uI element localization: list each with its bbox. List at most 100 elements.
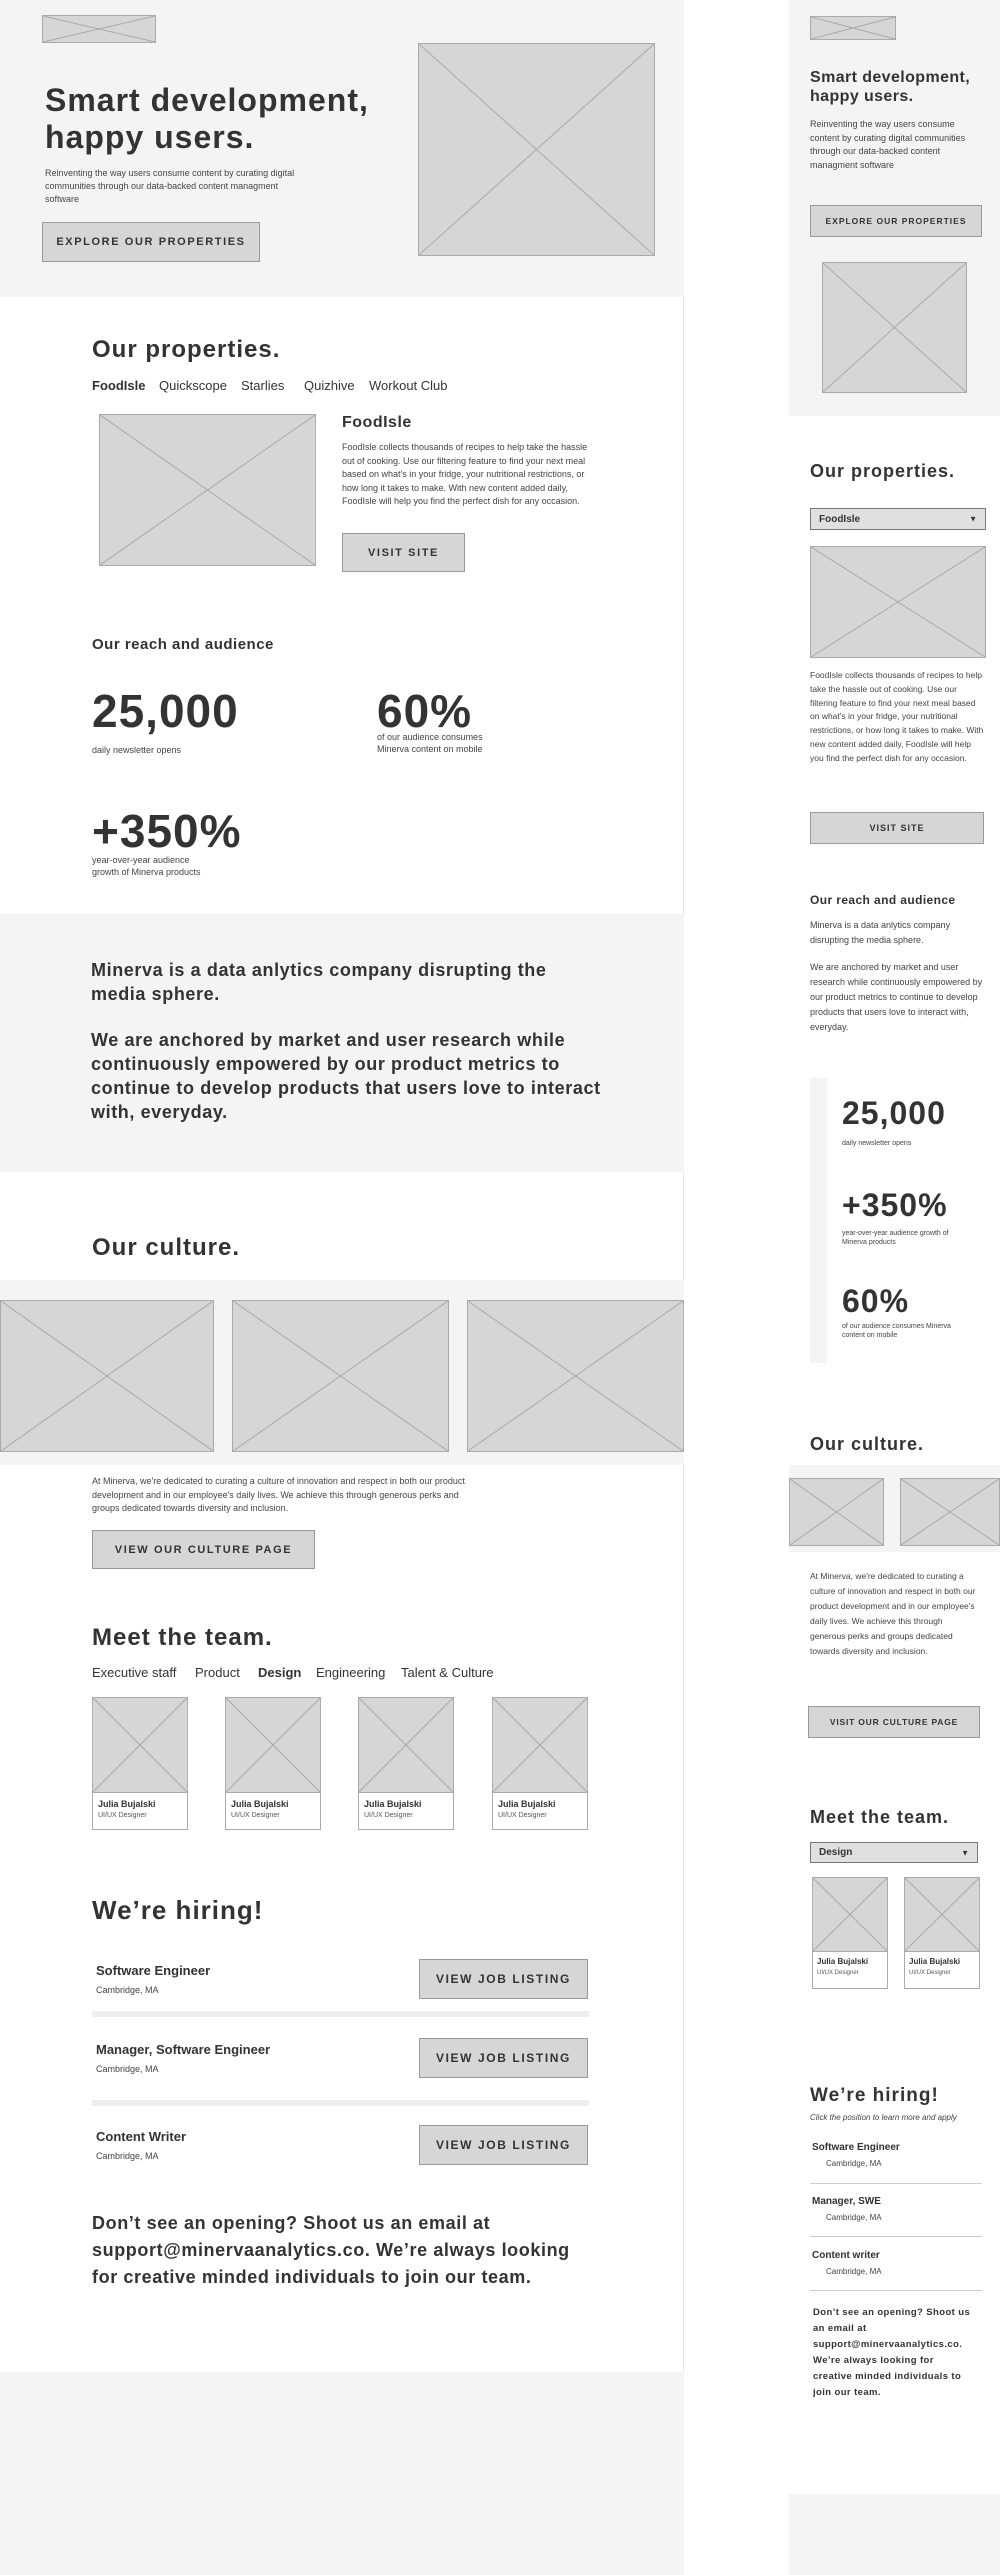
mobile-team-member-card[interactable]: Julia Bujalski UI/UX Designer	[904, 1877, 980, 1989]
mobile-hiring-title: We’re hiring!	[810, 2085, 939, 2106]
mobile-properties-select[interactable]: FoodIsle ▼	[810, 508, 986, 530]
team-member-role: UI/UX Designer	[231, 1812, 280, 1819]
mobile-team-member-role: UI/UX Designer	[909, 1970, 951, 1976]
placeholder-cross-icon	[813, 1878, 887, 1951]
mobile-hero-title-line2: happy users.	[810, 88, 914, 105]
mobile-hero-title-line1: Smart development,	[810, 69, 971, 86]
caret-down-icon: ▼	[961, 1848, 969, 1857]
mobile-job-title: Manager, SWE	[812, 2196, 881, 2207]
mobile-team-member-role: UI/UX Designer	[817, 1970, 859, 1976]
mobile-team-title: Meet the team.	[810, 1807, 950, 1827]
mobile-team-select-value: Design	[819, 1847, 853, 1858]
view-job-listing-button[interactable]: VIEW JOB LISTING	[419, 2038, 588, 2078]
job-listing-row[interactable]: Software Engineer Cambridge, MA VIEW JOB…	[92, 1955, 589, 2005]
mobile-stat-mobile-value: 60%	[842, 1283, 910, 1319]
stat-mobile-label: of our audience consumes Minerva content…	[377, 732, 483, 754]
mobile-footer	[789, 2494, 1000, 2575]
mobile-stats-panel	[810, 1078, 827, 1363]
stat-mobile-value: 60%	[377, 685, 473, 737]
property-detail-text: FoodIsle collects thousands of recipes t…	[342, 442, 588, 506]
job-location: Cambridge, MA	[96, 2151, 159, 2161]
mobile-hero-description: Reinventing the way users consume conten…	[810, 119, 966, 170]
team-member-role: UI/UX Designer	[98, 1812, 147, 1819]
hiring-title: We’re hiring!	[92, 1895, 264, 1925]
mobile-job-location: Cambridge, MA	[826, 2213, 882, 2222]
team-member-name: Julia Bujalski	[364, 1799, 422, 1809]
culture-text: At Minerva, we're dedicated to curating …	[92, 1476, 465, 1513]
hero-description: Reinventing the way users consume conten…	[45, 168, 295, 204]
mobile-team-select[interactable]: Design ▼	[810, 1842, 978, 1863]
mobile-culture-image-1	[789, 1478, 884, 1546]
placeholder-cross-icon	[359, 1698, 453, 1792]
culture-title: Our culture.	[92, 1234, 241, 1261]
tab-foodisle[interactable]: FoodIsle	[92, 378, 145, 393]
explore-properties-button[interactable]: EXPLORE OUR PROPERTIES	[42, 222, 260, 262]
job-listing-row[interactable]: Content Writer Cambridge, MA VIEW JOB LI…	[92, 2121, 589, 2171]
team-member-name: Julia Bujalski	[498, 1799, 556, 1809]
team-member-name: Julia Bujalski	[98, 1799, 156, 1809]
mobile-logo-placeholder[interactable]	[810, 16, 896, 40]
tab-starlies[interactable]: Starlies	[241, 378, 284, 393]
placeholder-cross-icon	[790, 1479, 883, 1545]
mobile-team-member-name: Julia Bujalski	[909, 1957, 961, 1966]
mobile-job-divider	[810, 2290, 982, 2291]
view-job-listing-button[interactable]: VIEW JOB LISTING	[419, 1959, 588, 1999]
job-location: Cambridge, MA	[96, 2064, 159, 2074]
mobile-stat-growth-value: +350%	[842, 1187, 948, 1223]
team-member-card[interactable]: Julia Bujalski UI/UX Designer	[92, 1697, 188, 1830]
team-member-name: Julia Bujalski	[231, 1799, 289, 1809]
mobile-visit-culture-page-button[interactable]: VISIT OUR CULTURE PAGE	[808, 1706, 980, 1738]
mobile-job-location: Cambridge, MA	[826, 2159, 882, 2168]
placeholder-cross-icon	[93, 1698, 187, 1792]
reach-title: Our reach and audience	[92, 636, 274, 653]
mobile-hero-title: Smart development, happy users.	[810, 68, 970, 106]
stat-growth-label: year-over-year audience growth of Minerv…	[92, 855, 201, 877]
culture-image-3	[467, 1300, 684, 1452]
placeholder-cross-icon	[468, 1301, 683, 1451]
mission-line1: Minerva is a data anlytics company disru…	[91, 960, 547, 1004]
desktop-frame: Smart development, happy users. Reinvent…	[0, 0, 684, 2575]
hero-title-line2: happy users.	[45, 119, 255, 155]
tab-talent-culture[interactable]: Talent & Culture	[401, 1665, 494, 1680]
placeholder-cross-icon	[811, 17, 895, 39]
stat-growth-value: +350%	[92, 805, 242, 857]
mobile-hiring-footer: Don’t see an opening? Shoot us an email …	[813, 2307, 971, 2398]
mobile-job-row[interactable]: Software Engineer Cambridge, MA	[810, 2140, 982, 2180]
hero-title-line1: Smart development,	[45, 82, 369, 118]
property-image	[99, 414, 316, 566]
team-member-card[interactable]: Julia Bujalski UI/UX Designer	[358, 1697, 454, 1830]
culture-image-1	[0, 1300, 214, 1452]
tab-workout-club[interactable]: Workout Club	[369, 378, 448, 393]
tab-engineering[interactable]: Engineering	[316, 1665, 385, 1680]
tab-quizhive[interactable]: Quizhive	[304, 378, 355, 393]
mobile-visit-site-button[interactable]: VISIT SITE	[810, 812, 984, 844]
team-tabs: Executive staff Product Design Engineeri…	[92, 1665, 552, 1683]
view-job-listing-button[interactable]: VIEW JOB LISTING	[419, 2125, 588, 2165]
team-member-card[interactable]: Julia Bujalski UI/UX Designer	[225, 1697, 321, 1830]
team-member-photo	[359, 1698, 453, 1793]
team-member-card[interactable]: Julia Bujalski UI/UX Designer	[492, 1697, 588, 1830]
job-listing-row[interactable]: Manager, Software Engineer Cambridge, MA…	[92, 2034, 589, 2084]
property-detail-title: FoodIsle	[342, 414, 412, 431]
mobile-reach-intro2: We are anchored by market and user resea…	[810, 962, 983, 1032]
visit-site-button[interactable]: VISIT SITE	[342, 533, 465, 572]
tab-executive-staff[interactable]: Executive staff	[92, 1665, 176, 1680]
team-member-photo	[493, 1698, 587, 1793]
mobile-properties-select-value: FoodIsle	[819, 513, 861, 525]
mobile-explore-properties-button[interactable]: EXPLORE OUR PROPERTIES	[810, 205, 982, 237]
tab-design[interactable]: Design	[258, 1665, 301, 1680]
view-culture-page-button[interactable]: VIEW OUR CULTURE PAGE	[92, 1530, 315, 1569]
mobile-team-member-card[interactable]: Julia Bujalski UI/UX Designer	[812, 1877, 888, 1989]
mobile-stat-mobile-label: of our audience consumes Minerva content…	[842, 1323, 951, 1339]
mobile-reach-intro1: Minerva is a data anlytics company disru…	[810, 920, 951, 945]
stat-newsletter-label: daily newsletter opens	[92, 745, 182, 755]
mobile-job-divider	[810, 2236, 982, 2237]
hiring-footer-line1: Don’t see an opening? Shoot us an email …	[92, 2213, 491, 2233]
logo-placeholder[interactable]	[42, 15, 156, 43]
tab-product[interactable]: Product	[195, 1665, 240, 1680]
mobile-job-row[interactable]: Content writer Cambridge, MA	[810, 2248, 982, 2288]
mobile-job-row[interactable]: Manager, SWE Cambridge, MA	[810, 2194, 982, 2234]
placeholder-cross-icon	[100, 415, 315, 565]
job-title: Manager, Software Engineer	[96, 2042, 271, 2057]
tab-quickscope[interactable]: Quickscope	[159, 378, 227, 393]
